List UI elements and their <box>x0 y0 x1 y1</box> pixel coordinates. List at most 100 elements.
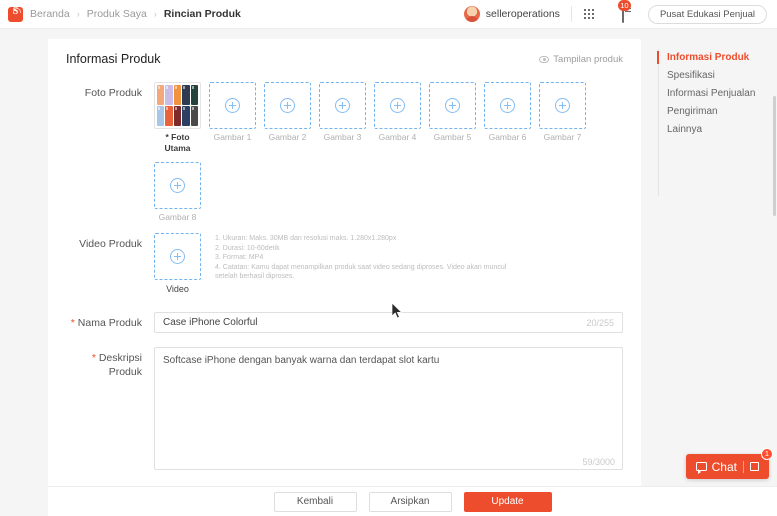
nav-item-lainnya[interactable]: Lainnya <box>641 121 777 138</box>
case-swatch <box>165 85 173 105</box>
case-swatch <box>173 85 182 105</box>
photo-upload-field: * Foto Utama Gambar 1 Gambar 2 Gambar 3 … <box>154 82 623 223</box>
nav-item-pengiriman[interactable]: Pengiriman <box>641 103 777 120</box>
label-foto-produk: Foto Produk <box>84 87 142 99</box>
product-name-counter: 20/255 <box>586 317 614 328</box>
shopee-bag-icon[interactable] <box>8 6 23 22</box>
photo-caption-7: Gambar 7 <box>543 132 582 142</box>
photo-upload-box[interactable] <box>154 162 201 209</box>
form-row-deskripsi-produk: * Deskripsi Produk 59/3000 <box>66 347 623 470</box>
left-gutter <box>0 29 48 516</box>
scrollbar-thumb[interactable] <box>773 96 776 216</box>
avatar <box>463 6 480 22</box>
eye-icon <box>539 55 550 63</box>
form-footer: Kembali Arsipkan Update <box>48 486 777 516</box>
seller-education-button[interactable]: Pusat Edukasi Penjual <box>647 4 767 24</box>
breadcrumb-item-produk-saya[interactable]: Produk Saya <box>87 8 147 20</box>
update-button[interactable]: Update <box>463 491 552 512</box>
form-row-foto-produk: Foto Produk * Foto Utama Gambar 1 Gambar… <box>66 82 623 223</box>
plus-circle-icon <box>225 98 240 113</box>
video-requirements: 1. Ukuran: Maks. 30MB dan resolusi maks.… <box>215 233 515 294</box>
product-preview-link[interactable]: Tampilan produk <box>539 54 623 65</box>
photo-slot-5[interactable]: Gambar 5 <box>429 82 476 154</box>
user-menu[interactable]: selleroperations <box>463 6 571 22</box>
case-swatch <box>173 106 182 126</box>
label-video-produk: Video Produk <box>79 238 142 250</box>
photo-caption-8: Gambar 8 <box>158 212 197 222</box>
breadcrumb: Beranda › Produk Saya › Rincian Produk <box>8 6 241 22</box>
chat-unread-badge: 1 <box>761 448 773 460</box>
photo-caption-2: Gambar 2 <box>268 132 307 142</box>
section-nav: Informasi Produk Spesifikasi Informasi P… <box>641 29 777 516</box>
plus-circle-icon <box>500 98 515 113</box>
photo-upload-box[interactable] <box>209 82 256 129</box>
plus-circle-icon <box>445 98 460 113</box>
notifications-button[interactable]: 10 <box>606 0 640 29</box>
chat-label: Chat <box>711 459 737 474</box>
card-header: Informasi Produk Tampilan produk <box>48 39 641 66</box>
product-description-counter: 59/3000 <box>582 457 615 467</box>
breadcrumb-item-rincian-produk: Rincian Produk <box>163 8 241 20</box>
photo-upload-box[interactable] <box>539 82 586 129</box>
username-label: selleroperations <box>485 8 560 20</box>
video-note-2: 2. Durasi: 10-60detik <box>215 244 280 252</box>
video-slot[interactable]: Video <box>154 233 201 294</box>
product-info-card: Informasi Produk Tampilan produk Foto Pr… <box>48 39 641 516</box>
notification-bell-icon: 10 <box>617 0 631 23</box>
photo-caption-main: * Foto Utama <box>164 132 191 153</box>
photo-slot-3[interactable]: Gambar 3 <box>319 82 366 154</box>
top-bar: Beranda › Produk Saya › Rincian Produk s… <box>0 0 777 29</box>
product-name-input[interactable] <box>163 317 581 328</box>
case-swatch <box>190 85 198 105</box>
plus-circle-icon <box>170 249 185 264</box>
case-swatch <box>157 106 165 126</box>
photo-slot-8[interactable]: Gambar 8 <box>154 162 201 223</box>
form-row-video-produk: Video Produk Video 1. Ukuran: Maks. 30MB… <box>66 233 623 294</box>
label-nama-produk: * Nama Produk <box>66 312 154 333</box>
back-button[interactable]: Kembali <box>273 491 357 512</box>
photo-upload-box[interactable] <box>484 82 531 129</box>
nav-item-informasi-produk[interactable]: Informasi Produk <box>641 49 777 66</box>
chat-widget[interactable]: Chat 1 <box>685 448 773 479</box>
case-swatch <box>157 85 165 105</box>
photo-thumb-grid: * Foto Utama Gambar 1 Gambar 2 Gambar 3 … <box>154 82 623 223</box>
photo-upload-box[interactable] <box>264 82 311 129</box>
archive-button[interactable]: Arsipkan <box>368 491 452 512</box>
photo-upload-box[interactable] <box>374 82 421 129</box>
photo-upload-box[interactable] <box>319 82 366 129</box>
video-caption: Video <box>166 284 189 294</box>
case-swatch <box>182 106 190 126</box>
breadcrumb-item-beranda[interactable]: Beranda <box>30 8 70 20</box>
divider <box>743 460 744 473</box>
breadcrumb-separator: › <box>76 9 80 19</box>
expand-icon[interactable] <box>750 462 759 471</box>
notification-badge: 10 <box>617 0 631 11</box>
plus-circle-icon <box>335 98 350 113</box>
page-title: Informasi Produk <box>66 52 161 66</box>
nav-item-informasi-penjualan[interactable]: Informasi Penjualan <box>641 85 777 102</box>
plus-circle-icon <box>390 98 405 113</box>
video-upload-box[interactable] <box>154 233 201 280</box>
chat-bubble-icon <box>695 462 707 474</box>
photo-slot-6[interactable]: Gambar 6 <box>484 82 531 154</box>
main-photo-preview[interactable] <box>154 82 201 129</box>
photo-slot-2[interactable]: Gambar 2 <box>264 82 311 154</box>
apps-grid-button[interactable] <box>572 0 606 29</box>
page-scrollbar[interactable] <box>772 58 777 516</box>
top-bar-actions: selleroperations 10 Pusat Edukasi Penjua… <box>463 0 767 29</box>
apps-grid-icon <box>583 8 595 20</box>
product-form: Foto Produk * Foto Utama Gambar 1 Gambar… <box>48 66 641 470</box>
photo-upload-box[interactable] <box>429 82 476 129</box>
product-name-input-wrap[interactable]: 20/255 <box>154 312 623 333</box>
photo-slot-1[interactable]: Gambar 1 <box>209 82 256 154</box>
product-description-wrap[interactable]: 59/3000 <box>154 347 623 470</box>
case-swatch <box>190 106 198 126</box>
photo-thumb-main[interactable]: * Foto Utama <box>154 82 201 154</box>
plus-circle-icon <box>280 98 295 113</box>
nav-item-spesifikasi[interactable]: Spesifikasi <box>641 67 777 84</box>
photo-slot-4[interactable]: Gambar 4 <box>374 82 421 154</box>
video-upload-field: Video 1. Ukuran: Maks. 30MB dan resolusi… <box>154 233 623 294</box>
product-description-input[interactable] <box>163 354 614 458</box>
photo-caption-4: Gambar 4 <box>378 132 417 142</box>
photo-slot-7[interactable]: Gambar 7 <box>539 82 586 154</box>
